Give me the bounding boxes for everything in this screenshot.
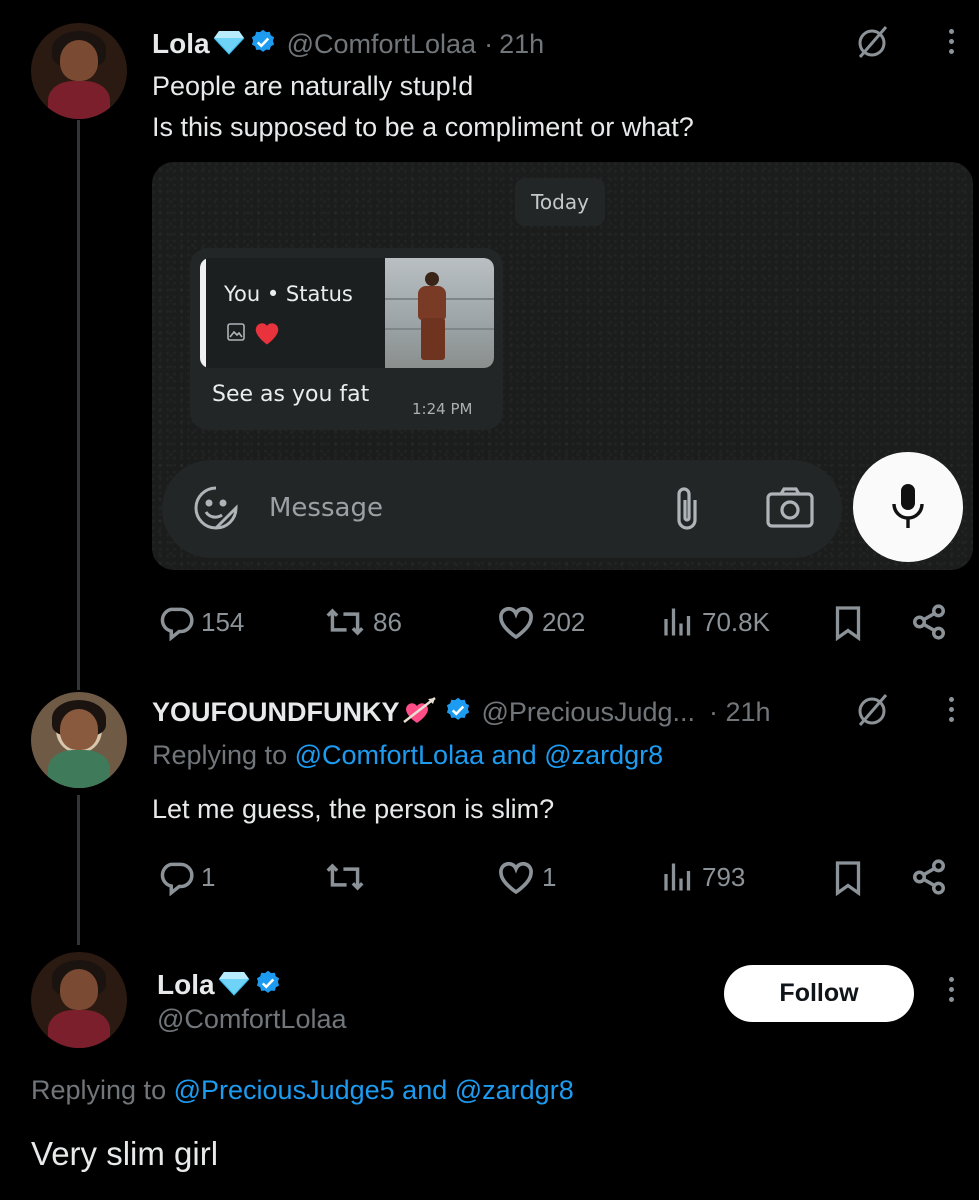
thread-line bbox=[77, 795, 80, 945]
more-options-icon[interactable] bbox=[949, 29, 954, 54]
message-input-bar[interactable]: Message bbox=[162, 460, 842, 558]
replying-to: Replying to @ComfortLolaa and @zardgr8 bbox=[152, 740, 664, 770]
view-count: 70.8K bbox=[702, 606, 770, 637]
reply-button[interactable]: 154 bbox=[157, 603, 244, 641]
repost-count: 86 bbox=[373, 606, 402, 637]
reply-count: 154 bbox=[201, 606, 245, 637]
follow-button[interactable]: Follow bbox=[724, 965, 914, 1022]
tweet-text: Let me guess, the person is slim? bbox=[152, 794, 555, 824]
replying-to: Replying to @PreciousJudge5 and @zardgr8 bbox=[31, 1075, 574, 1105]
diamond-emoji-icon bbox=[213, 29, 245, 60]
red-heart-icon bbox=[252, 318, 282, 350]
tweet-text: Very slim girl bbox=[31, 1135, 219, 1172]
grok-icon[interactable] bbox=[852, 22, 892, 67]
reply-button[interactable]: 1 bbox=[157, 858, 215, 896]
mention-link[interactable]: @ComfortLolaa bbox=[295, 740, 485, 770]
photo-icon bbox=[226, 322, 246, 346]
message-input[interactable]: Message bbox=[269, 493, 383, 523]
tweet-text: People are naturally stup!d Is this supp… bbox=[152, 71, 694, 142]
handle[interactable]: @ComfortLolaa bbox=[287, 29, 477, 60]
display-name[interactable]: YOUFOUNDFUNKY bbox=[152, 697, 400, 728]
bookmark-icon[interactable] bbox=[832, 860, 864, 901]
mention-link[interactable]: @zardgr8 bbox=[455, 1075, 574, 1105]
date-chip: Today bbox=[515, 178, 605, 226]
chat-message-time: 1:24 PM bbox=[412, 400, 473, 418]
verified-badge-icon bbox=[249, 28, 277, 61]
share-icon[interactable] bbox=[910, 603, 948, 646]
more-options-icon[interactable] bbox=[949, 977, 954, 1002]
handle[interactable]: @ComfortLolaa bbox=[157, 1004, 347, 1035]
handle[interactable]: @PreciousJudg... bbox=[482, 697, 696, 728]
more-options-icon[interactable] bbox=[949, 697, 954, 722]
mention-link[interactable]: @zardgr8 bbox=[544, 740, 663, 770]
timestamp[interactable]: 21h bbox=[499, 29, 544, 60]
attach-icon[interactable] bbox=[667, 484, 707, 539]
quoted-status: You • Status bbox=[200, 258, 494, 368]
camera-icon[interactable] bbox=[765, 486, 815, 535]
repost-button[interactable]: 86 bbox=[323, 603, 402, 641]
mic-button[interactable] bbox=[853, 452, 963, 562]
display-name[interactable]: Lola bbox=[152, 28, 210, 60]
share-icon[interactable] bbox=[910, 858, 948, 901]
bookmark-icon[interactable] bbox=[832, 605, 864, 646]
heart-arrow-emoji-icon bbox=[402, 694, 438, 731]
chat-message-bubble: You • Status See as you fat 1:24 PM bbox=[190, 248, 503, 430]
separator-dot: · bbox=[484, 28, 494, 59]
thread-line bbox=[77, 120, 80, 690]
like-button[interactable]: 1 bbox=[496, 858, 556, 896]
tweet-header: Lola bbox=[157, 965, 282, 1005]
tweet-image[interactable]: Today You • Status See as you fat 1:24 P… bbox=[152, 162, 973, 570]
verified-badge-icon bbox=[254, 969, 282, 1002]
avatar[interactable] bbox=[31, 23, 127, 119]
like-count: 1 bbox=[542, 861, 557, 892]
diamond-emoji-icon bbox=[218, 970, 250, 1001]
chat-message-text: See as you fat bbox=[212, 382, 370, 407]
tweet-header: Lola @ComfortLolaa · 21h bbox=[152, 24, 544, 64]
status-thumbnail bbox=[385, 258, 494, 368]
like-button[interactable]: 202 bbox=[496, 603, 585, 641]
display-name[interactable]: Lola bbox=[157, 969, 215, 1001]
like-count: 202 bbox=[542, 606, 586, 637]
quoted-status-title: You • Status bbox=[224, 282, 353, 306]
grok-icon[interactable] bbox=[852, 690, 892, 735]
verified-badge-icon bbox=[444, 696, 472, 729]
avatar[interactable] bbox=[31, 692, 127, 788]
reply-count: 1 bbox=[201, 861, 216, 892]
mention-link[interactable]: @PreciousJudge5 bbox=[174, 1075, 395, 1105]
views-button[interactable]: 793 bbox=[660, 858, 745, 896]
view-count: 793 bbox=[702, 861, 746, 892]
timestamp[interactable]: · 21h bbox=[709, 697, 771, 728]
avatar[interactable] bbox=[31, 952, 127, 1048]
sticker-icon[interactable] bbox=[192, 484, 240, 537]
mic-icon bbox=[890, 482, 926, 537]
tweet-header: YOUFOUNDFUNKY @PreciousJudg... · 21h bbox=[152, 692, 771, 732]
views-button[interactable]: 70.8K bbox=[660, 603, 770, 641]
repost-button[interactable] bbox=[323, 858, 373, 896]
